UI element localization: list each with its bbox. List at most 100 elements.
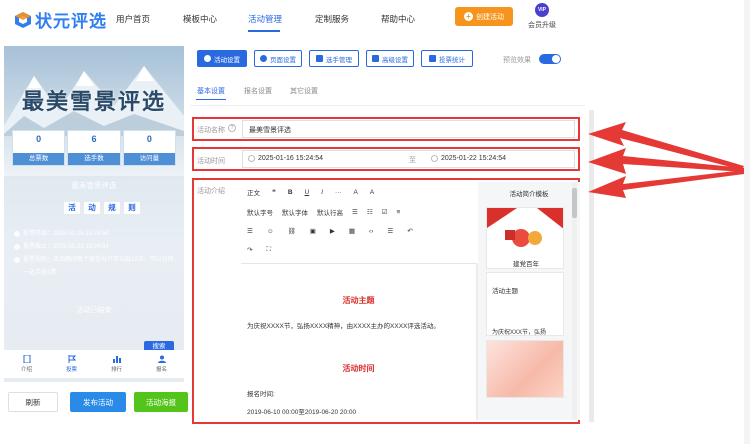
subtab-basic[interactable]: 基本设置 bbox=[197, 86, 225, 96]
table-icon[interactable]: ▦ bbox=[349, 227, 355, 235]
nav-item-custom-service[interactable]: 定制服务 bbox=[315, 13, 349, 25]
create-activity-button[interactable]: + 创建活动 bbox=[455, 7, 513, 26]
start-time-value[interactable]: 2025-01-16 15:24:54 bbox=[258, 155, 323, 162]
subtab-other[interactable]: 其它设置 bbox=[290, 86, 318, 96]
help-icon[interactable]: ? bbox=[228, 124, 236, 132]
align-icon[interactable]: ≡ bbox=[396, 209, 400, 216]
bullet-list-icon[interactable]: ☰ bbox=[352, 208, 358, 216]
background-color-icon[interactable]: A bbox=[370, 189, 374, 196]
tab-contestant-manage[interactable]: 选手管理 bbox=[309, 50, 359, 67]
divider-icon[interactable]: ☰ bbox=[387, 227, 393, 235]
template-card-party[interactable]: 建党百年 bbox=[486, 207, 564, 269]
clock-icon bbox=[14, 231, 20, 237]
activity-name-value: 最美雪景评选 bbox=[249, 127, 291, 134]
underline-icon[interactable]: U bbox=[305, 189, 310, 196]
preview-rules: 投票开始：2025-01-16 15:24:54 投票截止：2025-01-22… bbox=[14, 228, 179, 280]
users-icon bbox=[316, 55, 323, 62]
preview-nav-intro[interactable]: 介绍 bbox=[4, 350, 49, 378]
font-size-select[interactable]: 默认字号 bbox=[247, 207, 273, 217]
activity-time-label: 活动时间 bbox=[197, 158, 225, 165]
toolbar-row-4: ↷ ⛶ bbox=[247, 246, 271, 254]
time-separator: 至 bbox=[409, 157, 416, 164]
sliders-icon bbox=[372, 55, 379, 62]
template-card-label: 建党百年 bbox=[513, 261, 539, 268]
activity-name-input[interactable] bbox=[242, 120, 575, 138]
info-icon bbox=[14, 257, 20, 263]
preview-nav-vote[interactable]: 投票 bbox=[49, 350, 94, 378]
line-height-select[interactable]: 默认行高 bbox=[317, 207, 343, 217]
preview-toggle[interactable] bbox=[539, 54, 561, 64]
font-color-icon[interactable]: A bbox=[354, 189, 358, 196]
emoji-icon[interactable]: ☺ bbox=[267, 228, 274, 235]
font-family-select[interactable]: 默认字体 bbox=[282, 207, 308, 217]
tab-vote-statistics[interactable]: 投票统计 bbox=[421, 50, 473, 67]
template-scrollbar-thumb[interactable] bbox=[572, 188, 577, 218]
intro-template-panel: 活动简介模板 建党百年 活动主题 为庆祝XXX节，弘扬 bbox=[478, 182, 580, 420]
bar-chart-icon bbox=[429, 55, 436, 62]
subtab-signup[interactable]: 报名设置 bbox=[244, 86, 272, 96]
nav-item-home[interactable]: 用户首页 bbox=[116, 13, 150, 25]
stat-contestants: 6 选手数 bbox=[67, 130, 121, 166]
template-card-text: 为庆祝XXX节，弘扬 bbox=[492, 330, 547, 336]
image-icon[interactable]: ▣ bbox=[310, 227, 316, 235]
more-icon[interactable]: ··· bbox=[335, 189, 342, 196]
indent-icon[interactable]: ☰ bbox=[247, 227, 253, 235]
activity-intro-label: 活动介绍 bbox=[197, 188, 225, 195]
nav-item-templates[interactable]: 模板中心 bbox=[183, 13, 217, 25]
template-party-image bbox=[487, 208, 563, 258]
toolbar-row-2: 默认字号 默认字体 默认行高 ☰ ☷ ☑ ≡ bbox=[247, 207, 400, 218]
tab-activity-settings[interactable]: 活动设置 bbox=[197, 50, 247, 67]
template-card-theme[interactable]: 活动主题 为庆祝XXX节，弘扬 bbox=[486, 272, 564, 336]
preview-rules-heading: 活 动 规 则 bbox=[64, 202, 140, 214]
vip-upgrade-label[interactable]: 会员升级 bbox=[528, 20, 556, 30]
preview-toggle-label: 预览效果 bbox=[503, 57, 531, 64]
template-card-title: 活动主题 bbox=[492, 288, 518, 295]
editor-heading-time: 活动时间 bbox=[342, 364, 375, 373]
vip-icon[interactable]: VIP bbox=[535, 3, 549, 17]
editor-heading-theme: 活动主题 bbox=[342, 296, 375, 305]
fullscreen-icon[interactable]: ⛶ bbox=[266, 246, 271, 254]
gear-icon bbox=[204, 55, 211, 62]
bold-icon[interactable]: B bbox=[288, 189, 293, 196]
italic-icon[interactable]: I bbox=[321, 189, 323, 196]
end-time-value[interactable]: 2025-01-22 15:24:54 bbox=[441, 155, 506, 162]
page-scrollbar[interactable] bbox=[744, 0, 750, 444]
logo-text: 状元评选 bbox=[35, 12, 107, 31]
link-icon[interactable]: ⛓ bbox=[287, 227, 295, 235]
editor-paragraph-2: 报名时间: bbox=[247, 391, 275, 398]
undo-icon[interactable]: ↶ bbox=[407, 227, 412, 235]
tab-page-settings[interactable]: 页面设置 bbox=[254, 50, 302, 67]
activity-name-label: 活动名称 bbox=[197, 127, 225, 134]
plus-circle-icon: + bbox=[464, 12, 473, 21]
paragraph-style-select[interactable]: 正文 bbox=[247, 187, 260, 197]
refresh-button[interactable]: 刷新 bbox=[8, 392, 58, 412]
annotation-arrows bbox=[588, 122, 744, 198]
divider bbox=[190, 105, 585, 106]
tab-advanced-settings[interactable]: 高级设置 bbox=[366, 50, 414, 67]
nav-item-help[interactable]: 帮助中心 bbox=[381, 13, 415, 25]
stat-visits: 0 访问量 bbox=[122, 130, 176, 166]
preview-nav-ranking[interactable]: 排行 bbox=[94, 350, 139, 378]
numbered-list-icon[interactable]: ☷ bbox=[367, 208, 373, 216]
logo-icon bbox=[15, 11, 31, 28]
video-icon[interactable]: ▶ bbox=[330, 227, 335, 235]
toolbar-row-3: ☰ ☺ ⛓ ▣ ▶ ▦ ‹› ☰ ↶ bbox=[247, 227, 413, 236]
editor-content[interactable]: 活动主题 为庆祝XXXX节，弘扬XXXX精神，由XXXX主办的XXXX评选活动。… bbox=[241, 264, 476, 420]
editor-toolbar: 正文 ❝ B U I ··· A A 默认字号 默认字体 默认行高 ☰ ☷ ☑ … bbox=[241, 182, 479, 264]
preview-nav-signup[interactable]: 报名 bbox=[139, 350, 184, 378]
nav-active-underline bbox=[248, 30, 280, 32]
todo-icon[interactable]: ☑ bbox=[382, 208, 388, 216]
stat-total-votes: 0 总票数 bbox=[12, 130, 66, 166]
activity-poster-button[interactable]: 活动海报 bbox=[134, 392, 188, 412]
preview-ended-text: 活动已结束 bbox=[76, 307, 112, 314]
toolbar-row-1: 正文 ❝ B U I ··· A A bbox=[247, 187, 374, 198]
flag-icon bbox=[68, 355, 76, 363]
logo[interactable]: 状元评选 bbox=[14, 7, 107, 32]
nav-item-activity-manage[interactable]: 活动管理 bbox=[248, 13, 282, 25]
redo-icon[interactable]: ↷ bbox=[247, 246, 252, 254]
template-card-pink[interactable] bbox=[486, 340, 564, 398]
clock-icon bbox=[14, 244, 20, 250]
code-icon[interactable]: ‹› bbox=[369, 228, 373, 235]
quote-icon[interactable]: ❝ bbox=[272, 188, 276, 196]
publish-activity-button[interactable]: 发布活动 bbox=[70, 392, 126, 412]
